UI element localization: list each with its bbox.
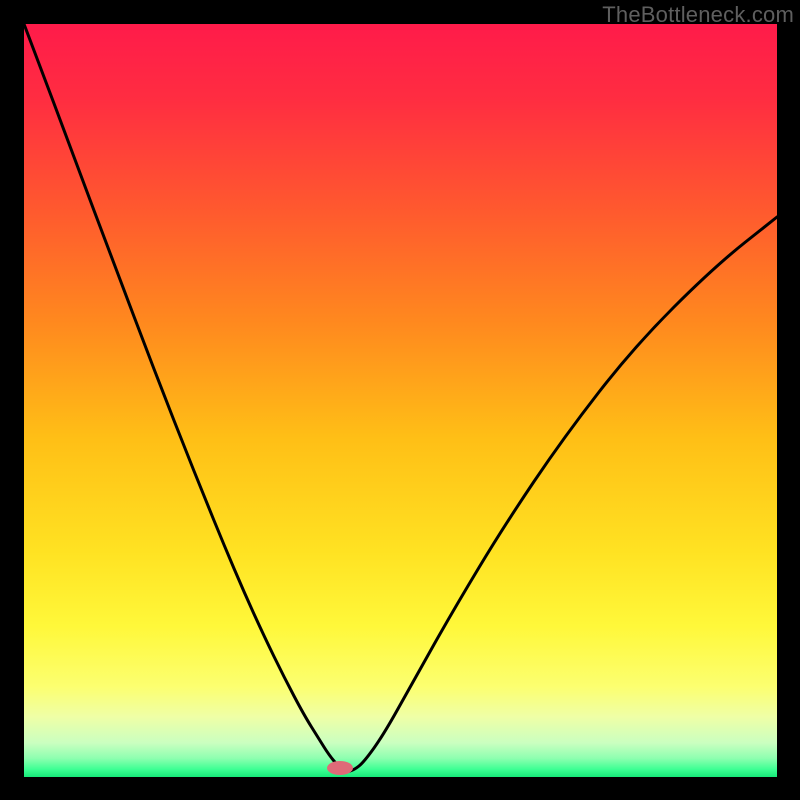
chart-frame: TheBottleneck.com: [0, 0, 800, 800]
watermark-label: TheBottleneck.com: [602, 2, 794, 28]
plot-area: [24, 24, 777, 777]
gradient-background: [24, 24, 777, 777]
optimal-point-marker: [327, 761, 353, 775]
plot-svg: [24, 24, 777, 777]
